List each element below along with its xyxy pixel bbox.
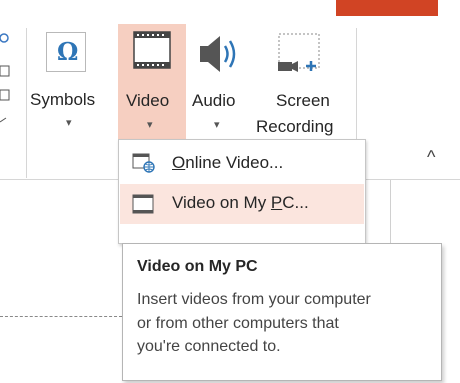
accelerator-key: O (172, 153, 186, 172)
clipped-group-icons (0, 33, 10, 123)
screen-recording-button[interactable]: Screen Recording (252, 26, 352, 140)
video-dropdown-menu: Online Video... Video on My PC... (118, 139, 366, 244)
omega-icon: Ω (46, 32, 86, 72)
chevron-down-icon: ▾ (147, 119, 153, 131)
screen-recording-label-line2: Recording (256, 117, 334, 136)
symbols-button[interactable]: Ω Symbols ▾ (30, 26, 110, 138)
menu-item-video-on-my-pc[interactable]: Video on My PC... (120, 184, 364, 224)
menu-item-label: Online Video... (172, 153, 283, 173)
chevron-down-icon: ▾ (66, 117, 72, 129)
slide-placeholder-border (0, 316, 122, 317)
video-label: Video (126, 91, 170, 110)
video-button[interactable]: Video ▾ (118, 24, 186, 139)
tooltip-body: Insert videos from your computer or from… (137, 288, 371, 359)
speaker-icon (200, 36, 236, 72)
menu-item-label: Video on My PC... (172, 193, 309, 213)
audio-label: Audio (192, 91, 236, 110)
chevron-up-icon[interactable]: ^ (427, 147, 435, 168)
tooltip-line: Insert videos from your computer (137, 291, 371, 308)
slide-edge (390, 180, 391, 244)
group-divider (26, 28, 27, 178)
chevron-down-icon: ▾ (214, 119, 220, 131)
film-strip-icon (132, 194, 154, 214)
menu-item-label-prefix: Video on My (172, 193, 271, 212)
menu-item-online-video[interactable]: Online Video... (120, 144, 364, 182)
tooltip-title: Video on My PC (137, 258, 258, 275)
audio-button[interactable]: Audio ▾ (188, 26, 248, 138)
menu-item-label-suffix: C... (282, 193, 309, 212)
film-icon (133, 31, 171, 69)
accelerator-key: P (270, 193, 283, 212)
tooltip-line: or from other computers that (137, 314, 339, 332)
tooltip-line: you're connected to. (137, 338, 281, 355)
title-bar-accent (336, 0, 438, 16)
menu-item-label-rest: nline Video... (185, 153, 284, 172)
online-video-icon (132, 153, 155, 173)
symbols-label: Symbols (30, 90, 96, 109)
screen-record-icon (278, 33, 320, 72)
screen-recording-label-line1: Screen (276, 91, 330, 110)
tooltip: Video on My PC Insert videos from your c… (122, 243, 442, 381)
